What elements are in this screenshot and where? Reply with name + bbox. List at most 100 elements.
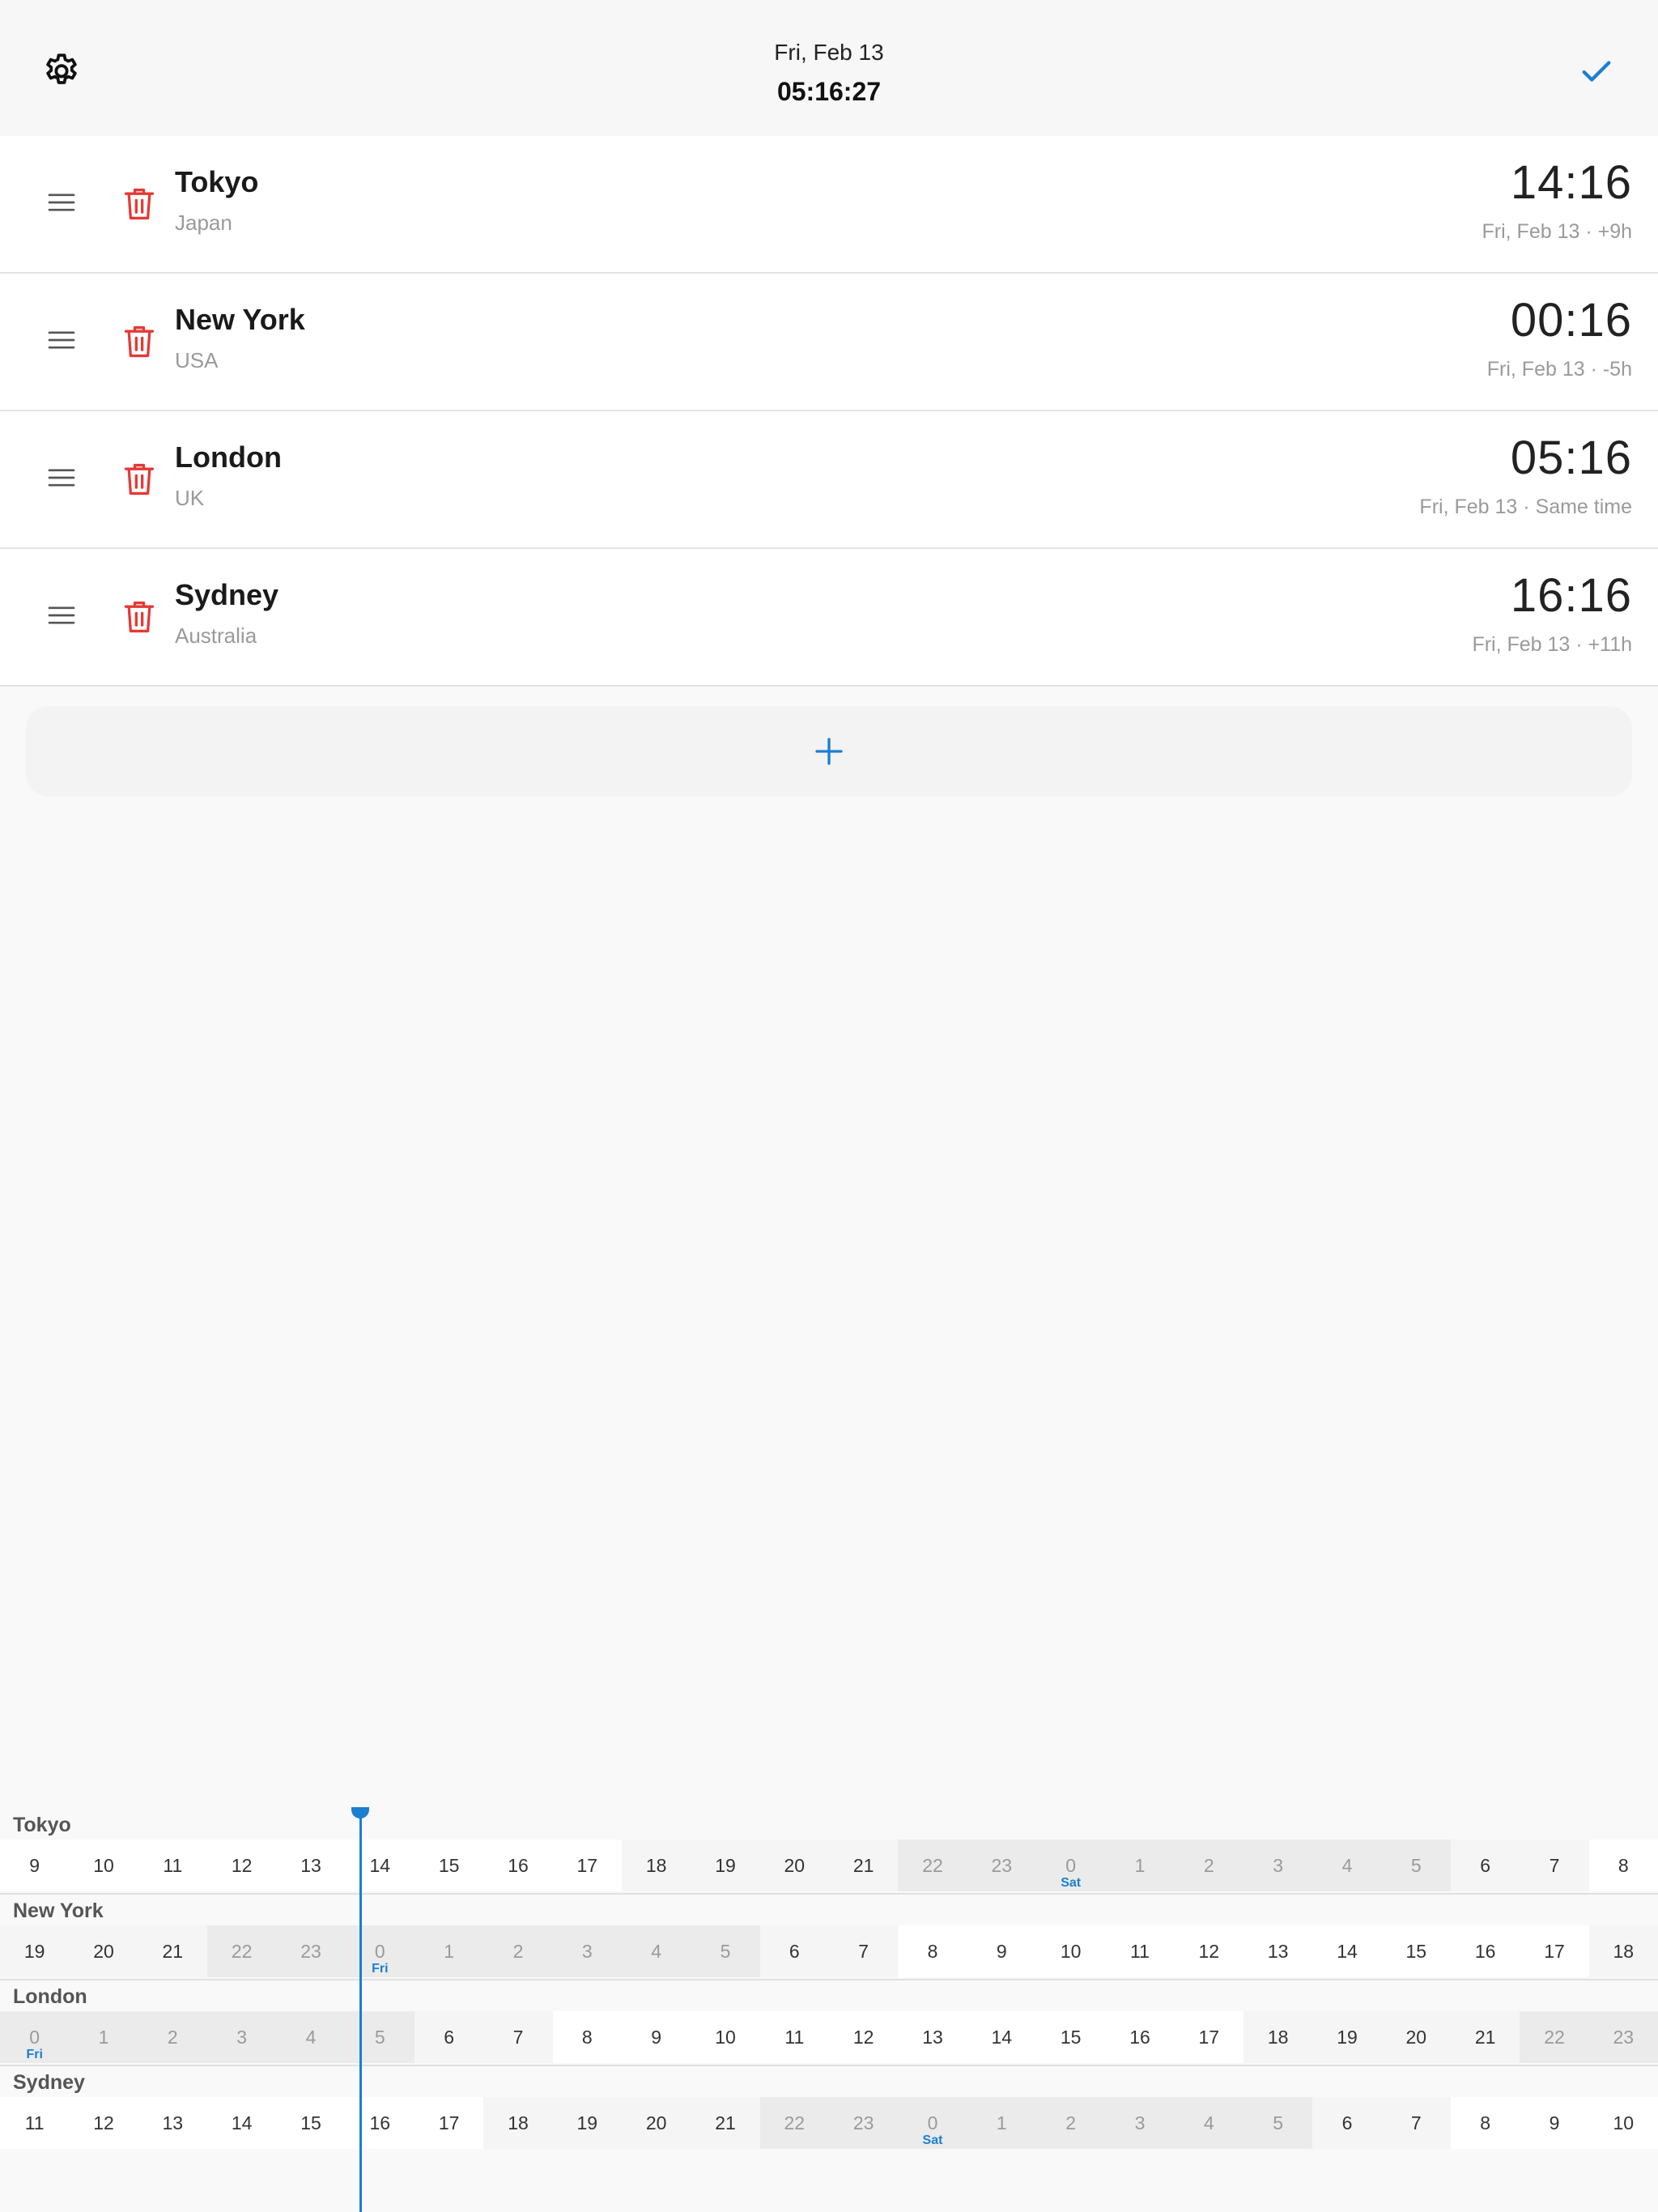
timeline-hour-cell[interactable]: 1 — [967, 2097, 1036, 2149]
delete-city-button[interactable] — [121, 185, 157, 223]
timeline-hour-cell[interactable]: 15 — [1381, 1925, 1451, 1977]
timeline-hour-cell[interactable]: 21 — [138, 1925, 207, 1977]
timeline-hour-cell[interactable]: 21 — [829, 1840, 899, 1891]
delete-city-button[interactable] — [121, 322, 157, 361]
timeline-hour-cell[interactable]: 22 — [1520, 2011, 1589, 2063]
timeline-hour-cell[interactable]: 23 — [829, 2097, 899, 2149]
delete-city-button[interactable] — [121, 460, 157, 499]
timeline-hour-cell[interactable]: 0 Fri — [0, 2011, 70, 2063]
timeline-hour-cell[interactable]: 22 — [207, 1925, 277, 1977]
timeline-hour-cell[interactable]: 2 — [1036, 2097, 1106, 2149]
timeline-hour-cell[interactable]: 7 — [829, 1925, 899, 1977]
timeline-hour-cell[interactable]: 9 — [0, 1840, 70, 1891]
timeline-hour-cell[interactable]: 15 — [276, 2097, 346, 2149]
timeline-hour-cell[interactable]: 7 — [1520, 1840, 1589, 1891]
city-row[interactable]: London UK 05:16 Fri, Feb 13 · Same time — [0, 411, 1658, 549]
timeline-hour-cell[interactable]: 18 — [1244, 2011, 1313, 2063]
timeline-hour-cell[interactable]: 6 — [1312, 2097, 1382, 2149]
timeline-hour-cell[interactable]: 0 Sat — [1036, 1840, 1106, 1891]
timeline-hour-cell[interactable]: 14 — [207, 2097, 277, 2149]
timeline-hour-cell[interactable]: 1 — [69, 2011, 138, 2063]
timeline-hour-cell[interactable]: 8 — [552, 2011, 622, 2063]
timeline-hour-cell[interactable]: 7 — [1381, 2097, 1451, 2149]
timezone-timeline[interactable]: Tokyo 9 10 11 12 13 14 15 16 17 18 19 20 21 22 23 0 Sat 1 2… — [0, 1807, 1658, 2212]
timeline-hours-row[interactable]: 11 12 13 14 15 16 17 18 19 20 21 22 23 0 Sat 1 2 3 4 5 6 7 8 9 1… — [0, 2097, 1658, 2149]
timeline-hour-cell[interactable]: 20 — [622, 2097, 691, 2149]
timeline-hour-cell[interactable]: 8 — [1451, 2097, 1520, 2149]
timeline-hour-cell[interactable]: 23 — [967, 1840, 1036, 1891]
timeline-hour-cell[interactable]: 12 — [207, 1840, 277, 1891]
drag-handle[interactable] — [45, 462, 78, 494]
timeline-hour-cell[interactable]: 22 — [759, 2097, 829, 2149]
timeline-hour-cell[interactable]: 17 — [552, 1840, 622, 1891]
timeline-hour-cell[interactable]: 3 — [207, 2011, 277, 2063]
timeline-hour-cell[interactable]: 19 — [0, 1925, 70, 1977]
city-row[interactable]: New York USA 00:16 Fri, Feb 13 · -5h — [0, 274, 1658, 411]
timeline-hour-cell[interactable]: 14 — [1312, 1925, 1382, 1977]
timeline-hour-cell[interactable]: 19 — [552, 2097, 622, 2149]
timeline-hour-cell[interactable]: 5 — [1244, 2097, 1313, 2149]
timeline-hours-row[interactable]: 9 10 11 12 13 14 15 16 17 18 19 20 21 22 23 0 Sat 1 2 3 4 5 6 7… — [0, 1840, 1658, 1891]
timeline-hour-cell[interactable]: 4 — [276, 2011, 346, 2063]
settings-button[interactable] — [29, 39, 94, 104]
timeline-hour-cell[interactable]: 2 — [138, 2011, 207, 2063]
timeline-hour-cell[interactable]: 9 — [967, 1925, 1036, 1977]
timeline-hour-cell[interactable]: 16 — [1105, 2011, 1175, 2063]
timeline-hour-cell[interactable]: 20 — [1381, 2011, 1451, 2063]
timeline-hour-cell[interactable]: 11 — [0, 2097, 70, 2149]
timeline-hour-cell[interactable]: 1 — [1105, 1840, 1175, 1891]
timeline-hour-cell[interactable]: 13 — [1244, 1925, 1313, 1977]
timeline-hour-cell[interactable]: 2 — [483, 1925, 553, 1977]
timeline-hour-cell[interactable]: 3 — [552, 1925, 622, 1977]
timeline-hour-cell[interactable]: 8 — [1588, 1840, 1658, 1891]
timeline-hour-cell[interactable]: 11 — [1105, 1925, 1175, 1977]
current-time-indicator[interactable] — [359, 1809, 362, 2212]
timeline-hour-cell[interactable]: 4 — [1312, 1840, 1382, 1891]
timeline-hour-cell[interactable]: 5 — [1381, 1840, 1451, 1891]
timeline-hour-cell[interactable]: 6 — [759, 1925, 829, 1977]
timeline-hours-row[interactable]: 0 Fri 1 2 3 4 5 6 7 8 9 10 11 12 13 14 15 16 17 18 19 20 21 22 2… — [0, 2011, 1658, 2063]
timeline-hour-cell[interactable]: 18 — [483, 2097, 553, 2149]
timeline-hour-cell[interactable]: 16 — [483, 1840, 553, 1891]
timeline-hour-cell[interactable]: 5 — [691, 1925, 760, 1977]
timeline-hour-cell[interactable]: 1 — [414, 1925, 484, 1977]
timeline-hour-cell[interactable]: 10 — [69, 1840, 138, 1891]
timeline-hour-cell[interactable]: 15 — [414, 1840, 484, 1891]
drag-handle[interactable] — [45, 599, 78, 632]
timeline-hour-cell[interactable]: 0 Sat — [898, 2097, 967, 2149]
timeline-hour-cell[interactable]: 12 — [1174, 1925, 1244, 1977]
confirm-button[interactable] — [1564, 39, 1629, 104]
timeline-hour-cell[interactable]: 4 — [622, 1925, 691, 1977]
timeline-hour-cell[interactable]: 4 — [1174, 2097, 1244, 2149]
delete-city-button[interactable] — [121, 598, 157, 636]
timeline-hour-cell[interactable]: 14 — [967, 2011, 1036, 2063]
drag-handle[interactable] — [45, 186, 78, 219]
timeline-hour-cell[interactable]: 15 — [1036, 2011, 1106, 2063]
timeline-hour-cell[interactable]: 9 — [1520, 2097, 1589, 2149]
current-time-handle[interactable] — [351, 1807, 369, 1819]
timeline-hour-cell[interactable]: 16 — [345, 2097, 414, 2149]
timeline-hours-row[interactable]: 19 20 21 22 23 0 Fri 1 2 3 4 5 6 7 8 9 10 11 12 13 14 15 16 17 1… — [0, 1925, 1658, 1977]
timeline-hour-cell[interactable]: 23 — [276, 1925, 346, 1977]
timeline-hour-cell[interactable]: 6 — [414, 2011, 484, 2063]
timeline-hour-cell[interactable]: 12 — [829, 2011, 899, 2063]
timeline-hour-cell[interactable]: 16 — [1451, 1925, 1520, 1977]
timeline-hour-cell[interactable]: 10 — [691, 2011, 760, 2063]
timeline-hour-cell[interactable]: 20 — [759, 1840, 829, 1891]
timeline-hour-cell[interactable]: 23 — [1588, 2011, 1658, 2063]
timeline-hour-cell[interactable]: 17 — [1520, 1925, 1589, 1977]
timeline-hour-cell[interactable]: 10 — [1588, 2097, 1658, 2149]
timeline-hour-cell[interactable]: 19 — [691, 1840, 760, 1891]
timeline-hour-cell[interactable]: 21 — [691, 2097, 760, 2149]
timeline-hour-cell[interactable]: 3 — [1244, 1840, 1313, 1891]
timeline-hour-cell[interactable]: 7 — [483, 2011, 553, 2063]
timeline-hour-cell[interactable]: 20 — [69, 1925, 138, 1977]
timeline-hour-cell[interactable]: 11 — [759, 2011, 829, 2063]
timeline-hour-cell[interactable]: 18 — [622, 1840, 691, 1891]
timeline-hour-cell[interactable]: 13 — [138, 2097, 207, 2149]
timeline-hour-cell[interactable]: 8 — [898, 1925, 967, 1977]
timeline-hour-cell[interactable]: 9 — [622, 2011, 691, 2063]
city-row[interactable]: Sydney Australia 16:16 Fri, Feb 13 · +11… — [0, 549, 1658, 687]
timeline-hour-cell[interactable]: 11 — [138, 1840, 207, 1891]
drag-handle[interactable] — [45, 324, 78, 356]
